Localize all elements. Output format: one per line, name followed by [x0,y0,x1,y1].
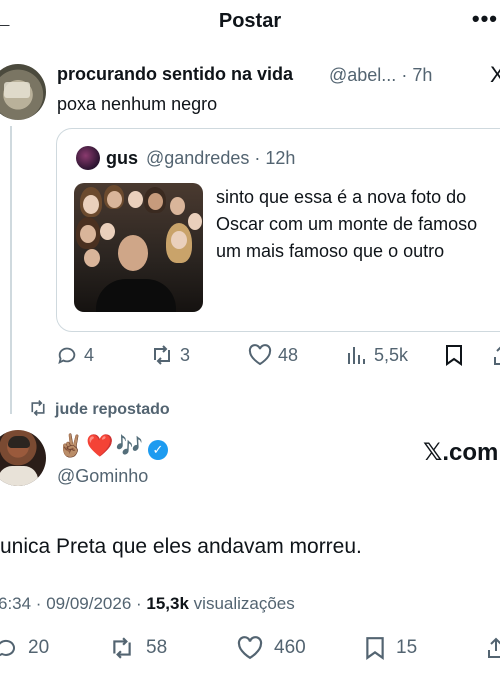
repost-label[interactable]: jude repostado [55,401,170,419]
tweet-meta: 6:34 · 09/09/2026 · 15,3k visualizações [0,594,295,614]
tweet-text: poxa nenhum negro [57,94,218,114]
verified-badge-icon: ✓ [148,440,168,460]
repost-label-icon [27,399,49,422]
like-button[interactable]: 48 [248,344,298,366]
x-com-logo: 𝕏.com [423,439,499,466]
repost-button[interactable]: 58 [108,636,167,660]
author-handle-time: @abel... · 7h [329,65,432,86]
bookmark-icon [446,345,462,366]
heart-icon [248,344,272,366]
tweet-text: unica Preta que eles andavam morreu. [0,535,362,558]
tweet-time: 7h [412,65,433,85]
repost-count: 3 [180,344,191,365]
repost-icon [154,345,170,365]
views-count: 5,5k [374,344,409,365]
page-title: Postar [218,10,282,32]
reply-count: 4 [84,344,95,365]
quoted-author-name: gus [106,148,139,168]
repost-button[interactable]: 3 [150,344,190,366]
quoted-time: 12h [265,148,296,168]
avatar[interactable] [0,64,46,120]
author-handle: @abel... [329,65,397,85]
bookmark-count: 15 [396,637,418,658]
reply-count: 20 [28,637,50,658]
tweet-timestamp: 6:34 · 09/09/2026 · [0,594,147,613]
quoted-photo[interactable] [74,183,203,312]
views-label: visualizações [188,594,295,613]
heart-icon [237,636,263,660]
share-icon [488,637,500,658]
quoted-text: sinto que essa é a nova foto do Oscar co… [216,187,478,261]
share-button[interactable] [486,636,500,660]
views-icon [348,347,365,364]
reply-button[interactable]: 4 [56,344,94,366]
share-button[interactable] [492,344,500,366]
repost-count: 58 [146,637,168,658]
quoted-avatar [76,146,100,170]
dot-separator: · [249,148,266,168]
author-handle: @Gominho [57,466,149,486]
like-count: 48 [278,344,299,365]
quoted-handle: @gandredes [146,148,250,168]
x-logo-icon: X [490,62,500,87]
author-name[interactable]: ✌🏽❤️🎶 [57,434,145,459]
bookmark-button[interactable]: 15 [364,636,417,660]
quoted-handle-time: @gandredes · 12h [146,148,295,169]
bookmark-button[interactable] [444,344,464,366]
reply-icon [58,347,76,365]
views-total[interactable]: 15,3k [146,594,189,613]
thread-line [10,126,12,414]
author-name[interactable]: procurando sentido na vida [57,64,293,85]
share-icon [494,346,500,365]
repost-icon [113,637,131,659]
bookmark-icon [366,637,384,660]
like-button[interactable]: 460 [236,636,306,660]
more-options-icon[interactable]: ••• [472,6,498,32]
dot-separator: · [396,65,413,85]
reply-icon [0,639,15,657]
avatar[interactable] [0,430,46,486]
views-button[interactable]: 5,5k [346,344,408,366]
reply-button[interactable]: 20 [0,636,49,660]
like-count: 460 [274,637,306,658]
